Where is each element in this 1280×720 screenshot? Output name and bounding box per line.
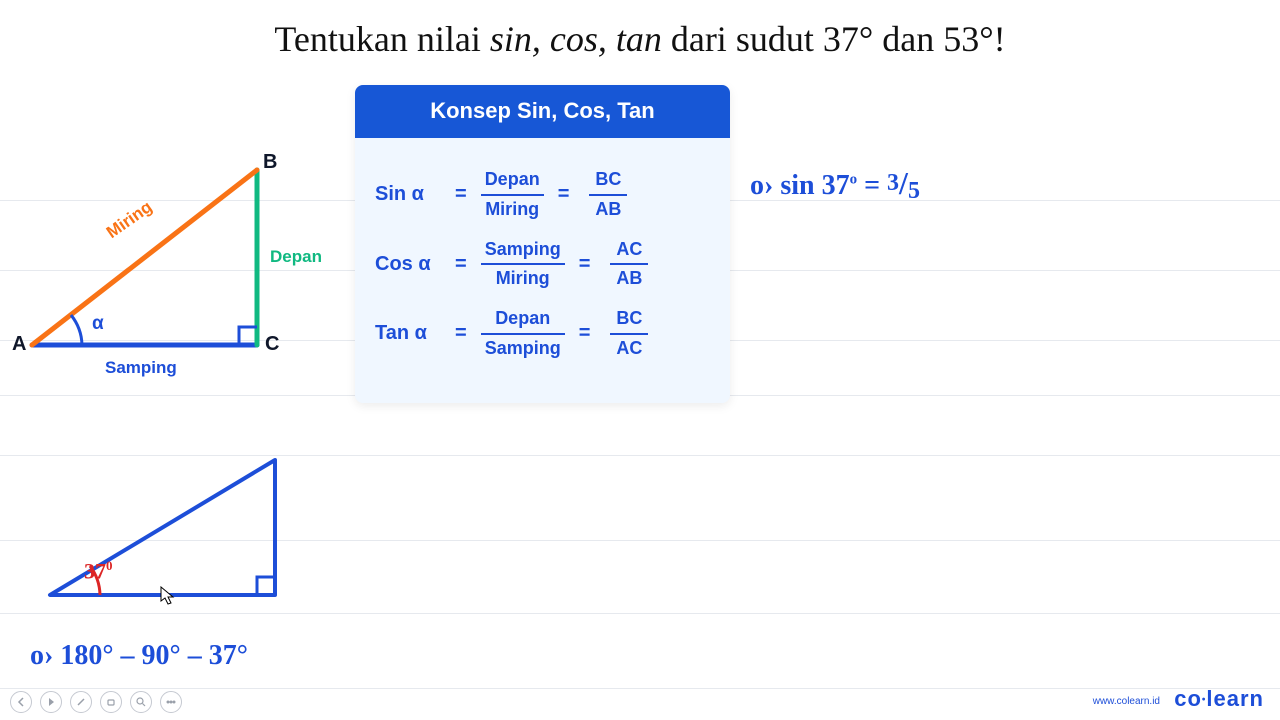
hand-eq-angles: o› 180° – 90° – 37°: [30, 640, 248, 672]
vertex-A: A: [12, 333, 26, 356]
tan-side-fraction: BC AC: [610, 309, 648, 359]
page-title: Tentukan nilai sin, cos, tan dari sudut …: [0, 18, 1280, 60]
cursor-icon: [160, 586, 176, 606]
concept-card: Konsep Sin, Cos, Tan Sin α = Depan Mirin…: [355, 85, 730, 403]
cos-label: Cos α: [375, 253, 441, 276]
pen-button[interactable]: [70, 691, 92, 713]
vertex-C: C: [265, 333, 279, 356]
play-button[interactable]: [40, 691, 62, 713]
row-tan: Tan α = Depan Samping = BC AC: [375, 309, 710, 359]
row-cos: Cos α = Samping Miring = AC AB: [375, 240, 710, 290]
label-alpha: α: [92, 313, 104, 335]
more-button[interactable]: [160, 691, 182, 713]
row-sin: Sin α = Depan Miring = BC AB: [375, 170, 710, 220]
label-37: 370: [84, 558, 113, 584]
footer-toolbar: [0, 684, 1280, 720]
prev-button[interactable]: [10, 691, 32, 713]
tan-fraction: Depan Samping: [481, 309, 565, 359]
brand-logo: co•learn: [1174, 686, 1264, 712]
vertex-B: B: [263, 151, 277, 174]
title-post: dari sudut 37° dan 53°!: [662, 19, 1006, 59]
hand-eq-sin37: o› sin 37o = 3/5: [750, 165, 920, 205]
label-samping: Samping: [105, 358, 177, 378]
title-italic: sin, cos, tan: [490, 19, 662, 59]
cos-fraction: Samping Miring: [481, 240, 565, 290]
card-header: Konsep Sin, Cos, Tan: [355, 85, 730, 138]
brand-url: www.colearn.id: [1093, 696, 1160, 707]
eraser-button[interactable]: [100, 691, 122, 713]
sin-fraction: Depan Miring: [481, 170, 544, 220]
triangle-concept: A B C Miring Depan Samping α: [12, 155, 322, 395]
label-depan: Depan: [270, 247, 322, 267]
title-pre: Tentukan nilai: [274, 19, 489, 59]
zoom-button[interactable]: [130, 691, 152, 713]
card-body: Sin α = Depan Miring = BC AB Cos α =: [355, 138, 730, 403]
sin-label: Sin α: [375, 183, 441, 206]
cos-side-fraction: AC AB: [610, 240, 648, 290]
sin-side-fraction: BC AB: [589, 170, 627, 220]
tan-label: Tan α: [375, 322, 441, 345]
